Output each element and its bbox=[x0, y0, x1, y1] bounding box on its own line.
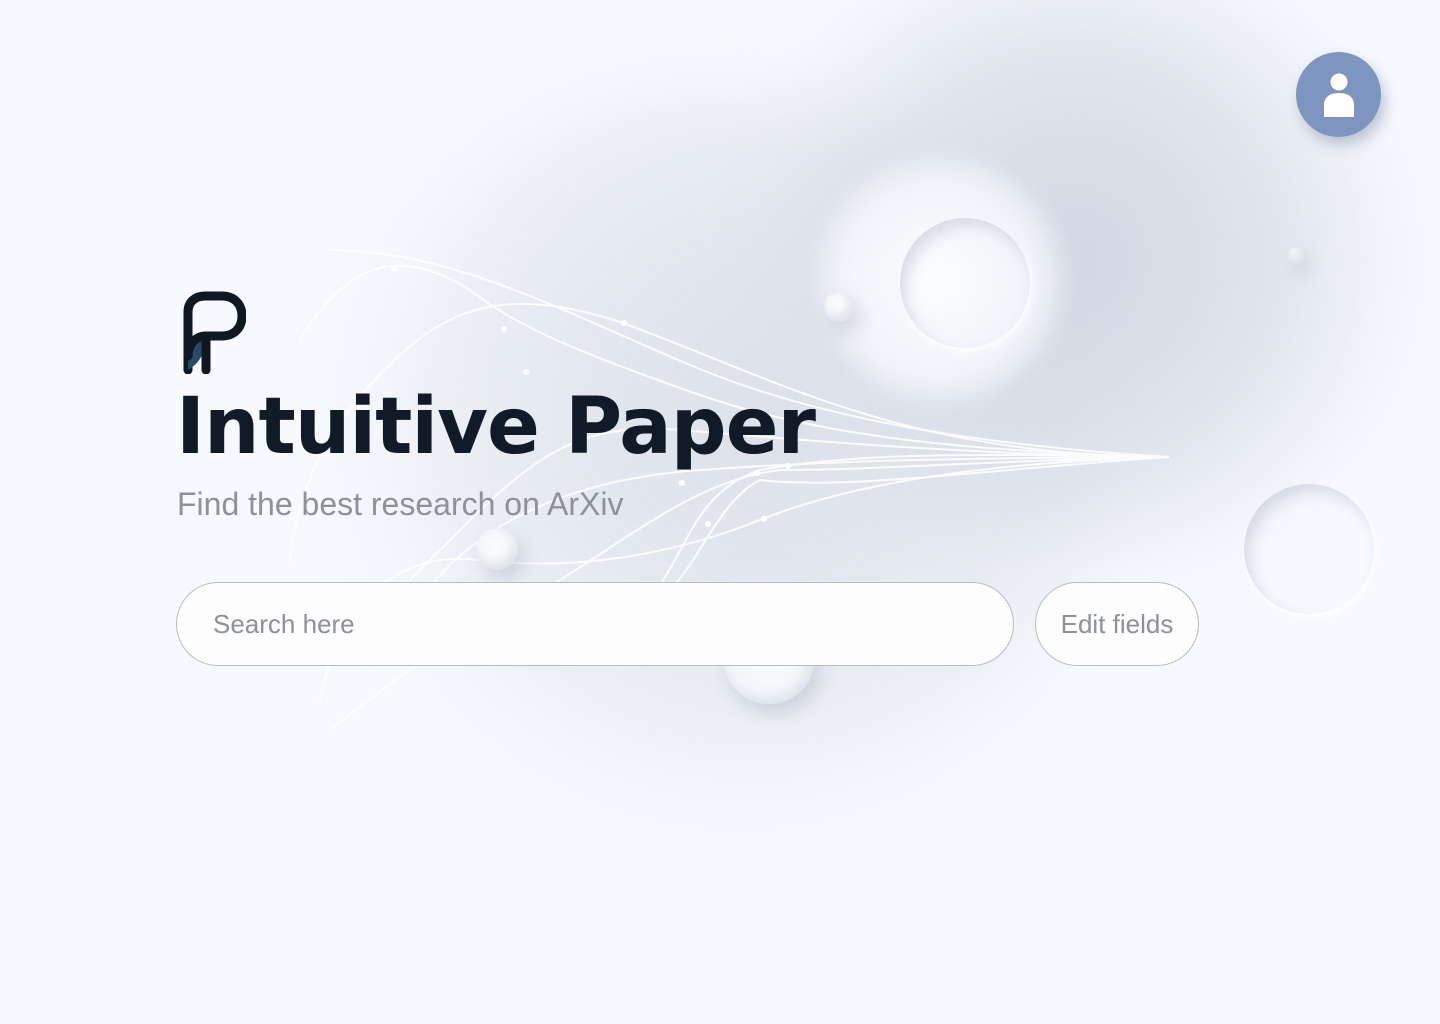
search-input[interactable] bbox=[213, 583, 973, 665]
user-icon bbox=[1323, 73, 1354, 117]
page-subtitle: Find the best research on ArXiv bbox=[177, 486, 624, 522]
edit-fields-button[interactable]: Edit fields bbox=[1035, 582, 1199, 666]
profile-avatar-button[interactable] bbox=[1296, 52, 1381, 137]
search-box bbox=[176, 582, 1014, 666]
decor-bubble bbox=[476, 528, 518, 570]
decor-ring bbox=[1244, 484, 1374, 614]
decor-ring bbox=[900, 218, 1030, 348]
intuitive-paper-logo-icon bbox=[183, 291, 246, 374]
page-title: Intuitive Paper bbox=[176, 382, 816, 472]
decor-bubble bbox=[1288, 247, 1304, 263]
background-glow bbox=[820, 160, 1060, 400]
decor-bubble bbox=[824, 292, 854, 322]
